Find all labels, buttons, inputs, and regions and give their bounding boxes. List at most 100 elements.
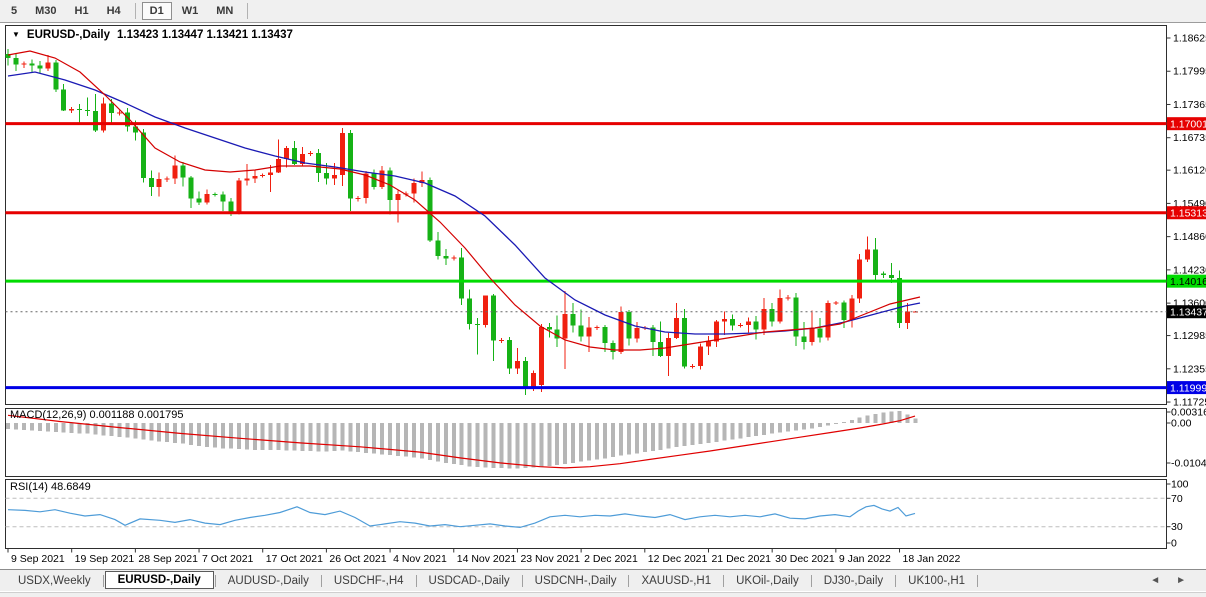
timeframe-button-H4[interactable]: H4 xyxy=(99,2,129,20)
candle xyxy=(610,343,615,352)
candle xyxy=(499,340,504,341)
candle xyxy=(857,259,862,298)
badge-support-line: 1.11999 xyxy=(1167,381,1206,394)
timeframe-button-W1[interactable]: W1 xyxy=(174,2,207,20)
tab-audusd-daily[interactable]: AUDUSD-,Daily xyxy=(216,570,321,591)
svg-text:0: 0 xyxy=(1171,538,1177,550)
candle xyxy=(348,133,353,198)
tab-usdcad-daily[interactable]: USDCAD-,Daily xyxy=(417,570,522,591)
candle xyxy=(220,194,225,201)
candle xyxy=(507,340,512,368)
tab-xauusd-h1[interactable]: XAUUSD-,H1 xyxy=(629,570,723,591)
svg-text:14 Nov 2021: 14 Nov 2021 xyxy=(457,553,517,565)
candle xyxy=(165,179,170,180)
timeframe-button-D1[interactable]: D1 xyxy=(142,2,172,20)
candle xyxy=(85,110,90,111)
tabs-scroll-left-icon[interactable]: ◄ xyxy=(1150,575,1160,586)
svg-text:1.12985: 1.12985 xyxy=(1173,330,1206,342)
candle xyxy=(53,63,58,90)
candle xyxy=(825,303,830,337)
candle xyxy=(308,153,313,154)
svg-text:17 Oct 2021: 17 Oct 2021 xyxy=(266,553,323,565)
candle xyxy=(802,336,807,342)
badge-pivot-line: 1.14016 xyxy=(1167,275,1206,288)
candle xyxy=(587,327,592,336)
candle xyxy=(626,312,631,338)
svg-text:1.14230: 1.14230 xyxy=(1173,264,1206,276)
candle xyxy=(141,133,146,178)
candle xyxy=(579,325,584,336)
candle xyxy=(380,171,385,187)
candle xyxy=(674,318,679,338)
tab-usdx-weekly[interactable]: USDX,Weekly xyxy=(6,570,103,591)
tab-ukoil-daily[interactable]: UKOil-,Daily xyxy=(724,570,811,591)
candle xyxy=(435,240,440,256)
tab-usdchf-h4[interactable]: USDCHF-,H4 xyxy=(322,570,416,591)
candle xyxy=(770,309,775,322)
svg-text:4 Nov 2021: 4 Nov 2021 xyxy=(393,553,447,565)
tab-dj30-daily[interactable]: DJ30-,Daily xyxy=(812,570,895,591)
svg-text:1.14860: 1.14860 xyxy=(1173,231,1206,243)
candle xyxy=(786,297,791,298)
candle xyxy=(77,109,82,110)
timeframe-toolbar: 5M30H1H4 D1W1MN xyxy=(0,0,1206,23)
candle xyxy=(61,89,66,110)
candle xyxy=(889,275,894,278)
svg-text:1.17995: 1.17995 xyxy=(1173,66,1206,78)
candle xyxy=(189,178,194,199)
collapse-triangle-icon[interactable]: ▼ xyxy=(12,31,20,39)
candle xyxy=(260,175,265,176)
chart-symbol-label: EURUSD-,Daily xyxy=(27,29,110,41)
candle xyxy=(833,303,838,304)
candle xyxy=(698,346,703,366)
candle xyxy=(443,256,448,258)
candle xyxy=(475,324,480,325)
candle xyxy=(595,327,600,328)
tab-eurusd-daily[interactable]: EURUSD-,Daily xyxy=(105,571,214,589)
timeframe-button-M30[interactable]: M30 xyxy=(27,2,64,20)
candle xyxy=(746,322,751,325)
candle xyxy=(427,180,432,240)
tab-uk100-h1[interactable]: UK100-,H1 xyxy=(896,570,977,591)
candle xyxy=(37,66,42,69)
chart-ohlc-values: 1.13423 1.13447 1.13421 1.13437 xyxy=(117,29,293,41)
tab-usdcnh-daily[interactable]: USDCNH-,Daily xyxy=(523,570,629,591)
tabs-scroll-right-icon[interactable]: ► xyxy=(1176,575,1186,586)
candle xyxy=(905,312,910,324)
svg-text:1.16735: 1.16735 xyxy=(1173,132,1206,144)
svg-text:1.12355: 1.12355 xyxy=(1173,363,1206,375)
candle xyxy=(873,249,878,275)
timeframe-button-MN[interactable]: MN xyxy=(208,2,241,20)
chart-canvas[interactable]: MACD(12,26,9) 0.001188 0.001795RSI(14) 4… xyxy=(0,0,1206,570)
candle xyxy=(109,104,114,113)
candle xyxy=(181,165,186,177)
candle xyxy=(212,194,217,195)
candle xyxy=(531,373,536,388)
status-strip xyxy=(0,592,1206,597)
chart-tabbar: USDX,WeeklyEURUSD-,DailyAUDUSD-,DailyUSD… xyxy=(0,569,1206,591)
svg-text:1.17001: 1.17001 xyxy=(1170,118,1206,130)
svg-text:100: 100 xyxy=(1171,479,1189,491)
svg-text:70: 70 xyxy=(1171,493,1183,505)
timeframe-button-5[interactable]: 5 xyxy=(3,2,25,20)
candle xyxy=(634,328,639,339)
candle xyxy=(563,314,568,338)
candle xyxy=(93,111,98,131)
candle xyxy=(13,58,18,65)
candle xyxy=(547,327,552,330)
svg-text:28 Sep 2021: 28 Sep 2021 xyxy=(138,553,198,565)
rsi-label: RSI(14) 48.6849 xyxy=(10,481,91,493)
svg-text:7 Oct 2021: 7 Oct 2021 xyxy=(202,553,254,565)
svg-text:18 Jan 2022: 18 Jan 2022 xyxy=(903,553,961,565)
candle xyxy=(396,194,401,200)
toolbar-separator xyxy=(135,3,136,19)
svg-text:21 Dec 2021: 21 Dec 2021 xyxy=(711,553,771,565)
candle xyxy=(364,173,369,198)
timeframe-button-H1[interactable]: H1 xyxy=(67,2,97,20)
candle xyxy=(682,318,687,367)
candle xyxy=(603,327,608,343)
candle xyxy=(881,274,886,276)
candle xyxy=(197,199,202,203)
candle xyxy=(244,179,249,181)
date-axis: 9 Sep 202119 Sep 202128 Sep 20217 Oct 20… xyxy=(8,549,960,566)
